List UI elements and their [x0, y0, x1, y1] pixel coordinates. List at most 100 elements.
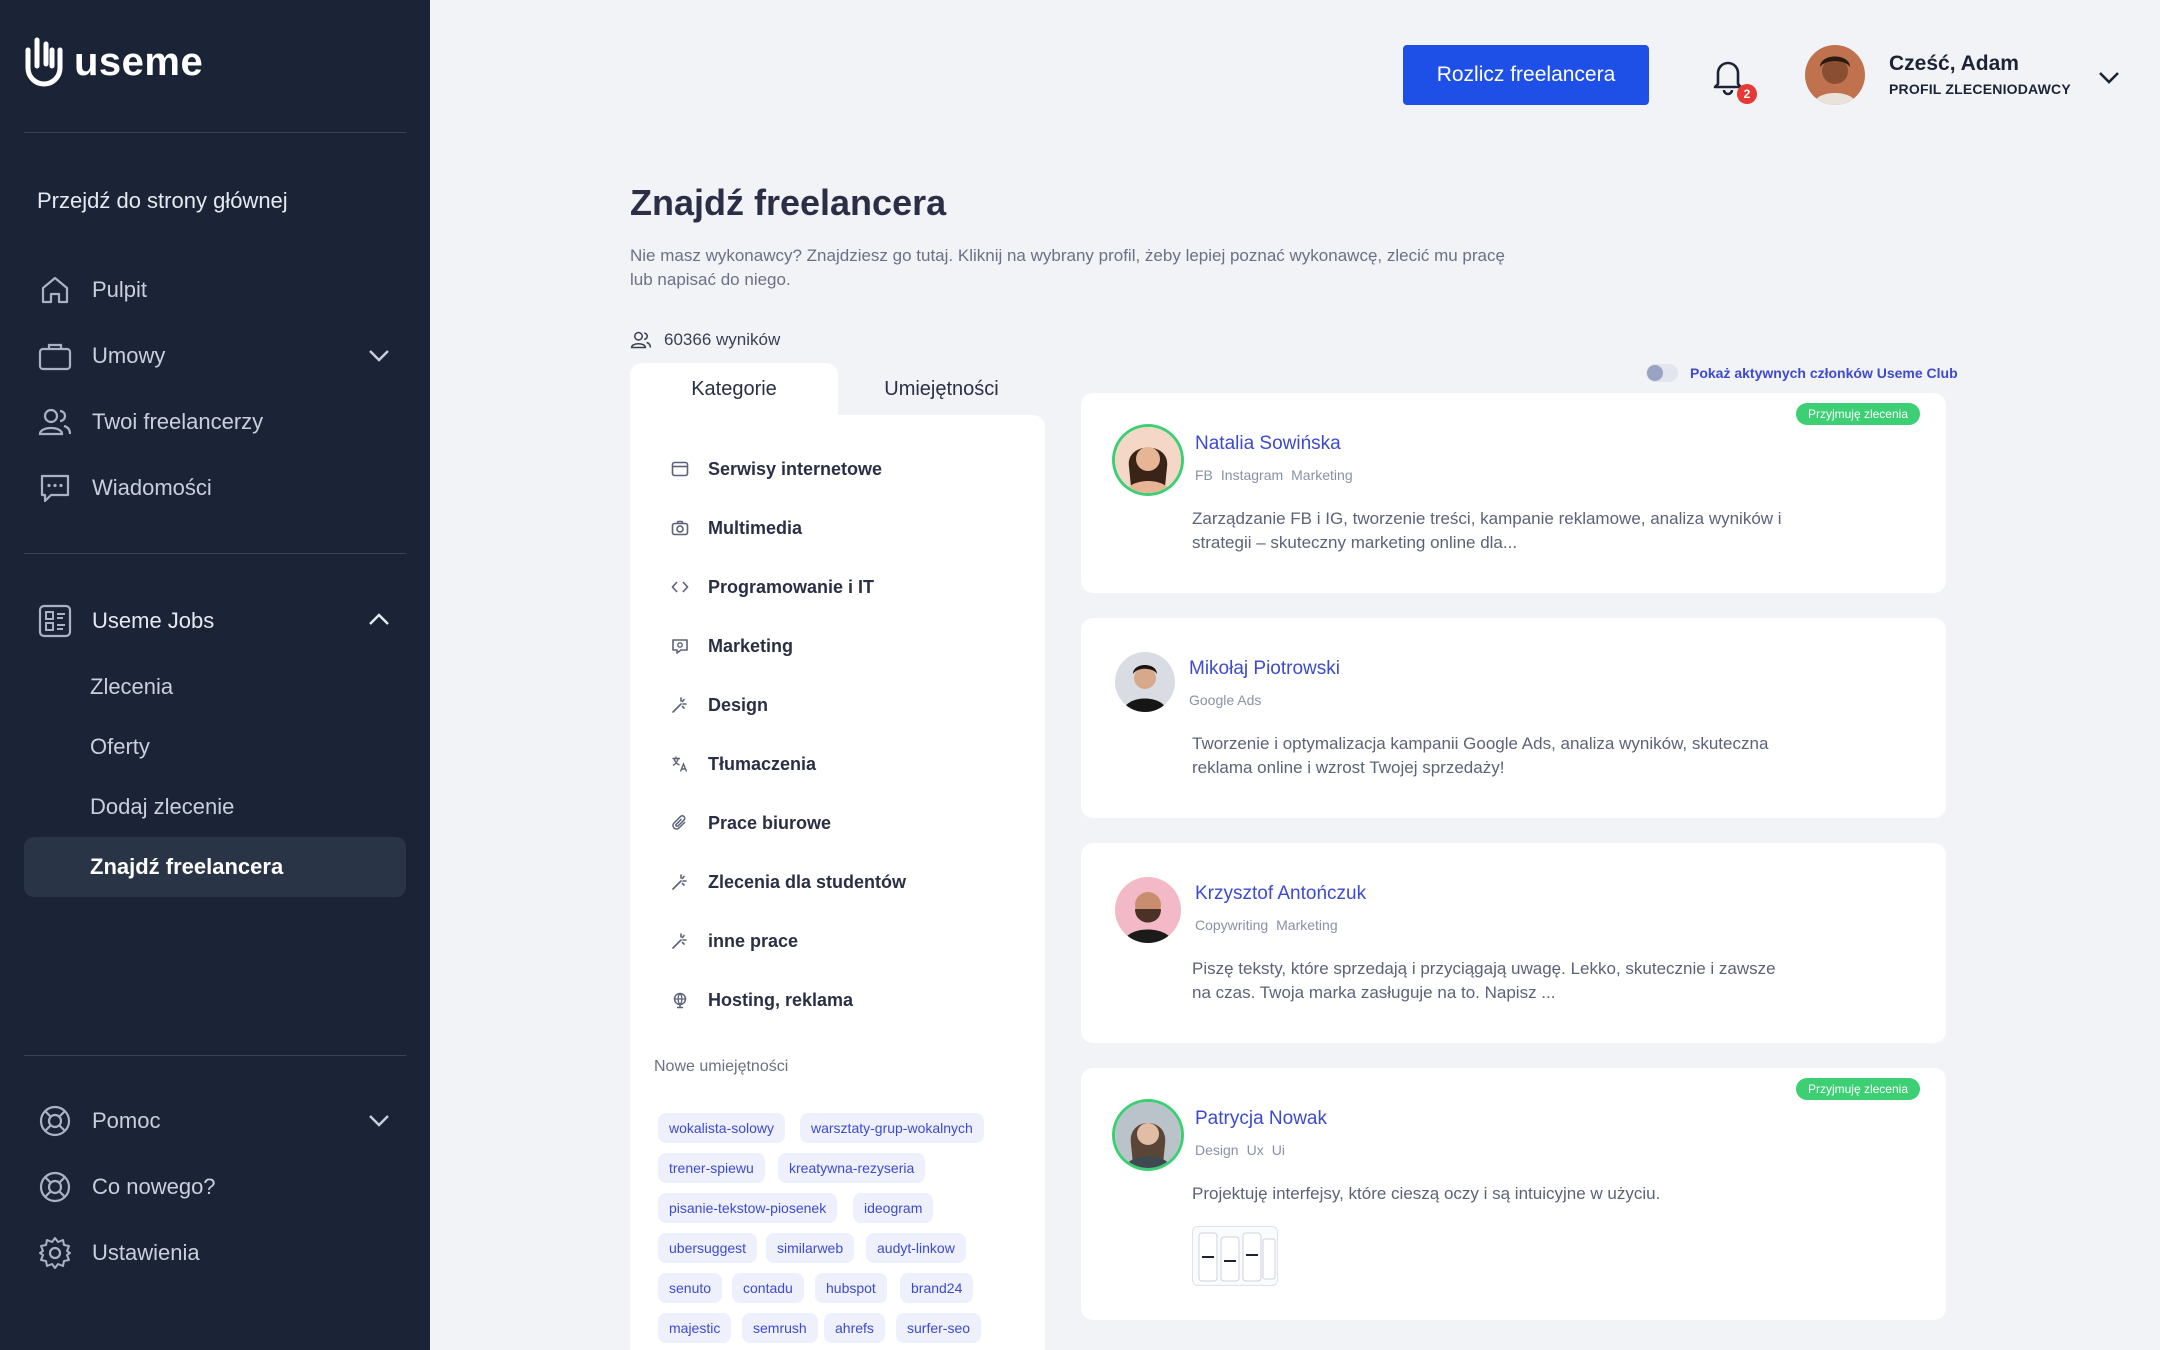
- subnav-znajdz-freelancera[interactable]: Znajdź freelancera: [24, 837, 406, 897]
- camera-icon: [670, 518, 690, 538]
- nav-item-umowy[interactable]: Umowy: [24, 326, 406, 386]
- useme-logo[interactable]: useme: [24, 34, 203, 90]
- tag: Ui: [1271, 1142, 1285, 1158]
- freelancer-name[interactable]: Natalia Sowińska: [1195, 433, 1341, 455]
- category-item[interactable]: Tłumaczenia: [670, 746, 816, 782]
- users-icon: [32, 399, 78, 445]
- skill-chip[interactable]: ahrefs: [824, 1313, 885, 1343]
- tag: Marketing: [1276, 917, 1338, 933]
- freelancer-card[interactable]: Mikołaj Piotrowski Google Ads Tworzenie …: [1081, 618, 1946, 818]
- subnav-zlecenia[interactable]: Zlecenia: [24, 657, 406, 717]
- skill-chip[interactable]: ideogram: [853, 1193, 934, 1223]
- page-description: Nie masz wykonawcy? Znajdziesz go tutaj.…: [630, 246, 1505, 289]
- category-item[interactable]: Programowanie i IT: [670, 569, 874, 605]
- freelancer-card[interactable]: Krzysztof Antończuk Copywriting Marketin…: [1081, 843, 1946, 1043]
- toggle-switch[interactable]: [1646, 364, 1678, 382]
- sparkles-icon: [670, 931, 690, 951]
- portfolio-thumbnail[interactable]: [1192, 1226, 1278, 1286]
- category-item[interactable]: inne prace: [670, 923, 798, 959]
- category-item[interactable]: Zlecenia dla studentów: [670, 864, 906, 900]
- divider: [24, 1055, 406, 1056]
- category-label: Design: [708, 694, 769, 715]
- nav-item-pulpit[interactable]: Pulpit: [24, 260, 406, 320]
- nav-item-wiadomosci[interactable]: Wiadomości: [24, 458, 406, 518]
- chat-icon: [32, 465, 78, 511]
- freelancer-tags: FB Instagram Marketing: [1195, 467, 1353, 483]
- freelancer-name[interactable]: Patrycja Nowak: [1195, 1108, 1327, 1130]
- chevron-up-icon[interactable]: [366, 607, 392, 633]
- skill-chip[interactable]: brand24: [900, 1273, 974, 1303]
- gear-icon: [32, 1230, 78, 1276]
- nav-item-label: Pulpit: [92, 277, 148, 302]
- avatar[interactable]: [1115, 427, 1181, 493]
- category-label: Marketing: [708, 635, 794, 656]
- freelancer-name[interactable]: Mikołaj Piotrowski: [1189, 658, 1340, 680]
- freelancer-card[interactable]: Przyjmuję zlecenia Patrycja Nowak Design…: [1081, 1068, 1946, 1320]
- rozlicz-freelancera-button[interactable]: Rozlicz freelancera: [1403, 45, 1649, 105]
- nav-item-pomoc[interactable]: Pomoc: [24, 1091, 406, 1151]
- useme-club-toggle[interactable]: Pokaż aktywnych członków Useme Club: [1646, 364, 1958, 382]
- category-label: inne prace: [708, 930, 799, 951]
- skill-chip[interactable]: pisanie-tekstow-piosenek: [658, 1193, 838, 1223]
- category-label: Prace biurowe: [708, 812, 832, 833]
- chevron-down-icon[interactable]: [2096, 64, 2122, 90]
- chevron-down-icon[interactable]: [366, 1107, 392, 1133]
- notification-badge: 2: [1737, 84, 1757, 104]
- skill-chip[interactable]: ubersuggest: [658, 1233, 758, 1263]
- skill-chip[interactable]: similarweb: [766, 1233, 855, 1263]
- nav-item-co-nowego[interactable]: Co nowego?: [24, 1157, 406, 1217]
- paperclip-icon: [670, 813, 690, 833]
- useme-logo-icon: [25, 37, 63, 87]
- skill-chip[interactable]: audyt-linkow: [866, 1233, 966, 1263]
- subnav-dodaj-zlecenie[interactable]: Dodaj zlecenie: [24, 777, 406, 837]
- nav-item-ustawienia[interactable]: Ustawienia: [24, 1223, 406, 1283]
- sparkles-icon: [670, 695, 690, 715]
- chevron-down-icon[interactable]: [366, 342, 392, 368]
- tab-kategorie[interactable]: Kategorie: [630, 363, 838, 415]
- freelancer-description: Zarządzanie FB i IG, tworzenie treści, k…: [1192, 509, 1782, 552]
- categories-panel: Serwisy internetowe Multimedia Programow…: [630, 415, 1045, 1350]
- nav-item-label: Pomoc: [92, 1108, 161, 1133]
- home-link[interactable]: Przejdź do strony głównej: [37, 188, 288, 214]
- skill-chip[interactable]: kreatywna-rezyseria: [778, 1153, 926, 1183]
- nav-item-useme-jobs[interactable]: Useme Jobs: [24, 591, 406, 651]
- tag: Copywriting: [1195, 917, 1269, 933]
- skill-chip[interactable]: hubspot: [815, 1273, 887, 1303]
- skill-chip[interactable]: warsztaty-grup-wokalnych: [800, 1113, 984, 1143]
- freelancer-name[interactable]: Krzysztof Antończuk: [1195, 883, 1366, 905]
- nav-item-label: Twoi freelancerzy: [92, 409, 264, 434]
- category-item[interactable]: Hosting, reklama: [670, 982, 853, 1018]
- avatar[interactable]: [1805, 45, 1865, 105]
- translate-icon: [670, 754, 690, 774]
- skill-chip[interactable]: surfer-seo: [896, 1313, 982, 1343]
- freelancer-description: Projektuję interfejsy, które cieszą oczy…: [1192, 1184, 1661, 1203]
- skill-chip[interactable]: semrush: [742, 1313, 818, 1343]
- category-item[interactable]: Design: [670, 687, 768, 723]
- freelancer-card[interactable]: Przyjmuję zlecenia Natalia Sowińska FB I…: [1081, 393, 1946, 593]
- freelancer-tags: Copywriting Marketing: [1195, 917, 1338, 933]
- lifebuoy-icon: [32, 1164, 78, 1210]
- nav-item-label: Umowy: [92, 343, 166, 368]
- subnav-oferty[interactable]: Oferty: [24, 717, 406, 777]
- tag: FB: [1195, 467, 1213, 483]
- category-item[interactable]: Prace biurowe: [670, 805, 831, 841]
- avatar[interactable]: [1115, 877, 1181, 943]
- nav-item-label: Ustawienia: [92, 1240, 200, 1265]
- skill-chip[interactable]: wokalista-solowy: [658, 1113, 786, 1143]
- users-icon: [630, 331, 652, 349]
- category-item[interactable]: Multimedia: [670, 510, 802, 546]
- freelancer-description: Tworzenie i optymalizacja kampanii Googl…: [1192, 734, 1769, 777]
- divider: [24, 553, 406, 554]
- skill-chip[interactable]: senuto: [658, 1273, 723, 1303]
- user-greeting: Cześć, Adam: [1889, 52, 2019, 75]
- nav-item-twoi-freelancerzy[interactable]: Twoi freelancerzy: [24, 392, 406, 452]
- skill-chip[interactable]: contadu: [732, 1273, 804, 1303]
- avatar[interactable]: [1115, 652, 1175, 712]
- avatar[interactable]: [1115, 1102, 1181, 1168]
- skill-chip[interactable]: trener-spiewu: [658, 1153, 765, 1183]
- category-item[interactable]: Marketing: [670, 628, 793, 664]
- category-item[interactable]: Serwisy internetowe: [670, 451, 882, 487]
- skill-chip[interactable]: majestic: [658, 1313, 732, 1343]
- tab-umiejetnosci[interactable]: Umiejętności: [838, 363, 1045, 415]
- results-count: 60366 wyników: [630, 330, 780, 350]
